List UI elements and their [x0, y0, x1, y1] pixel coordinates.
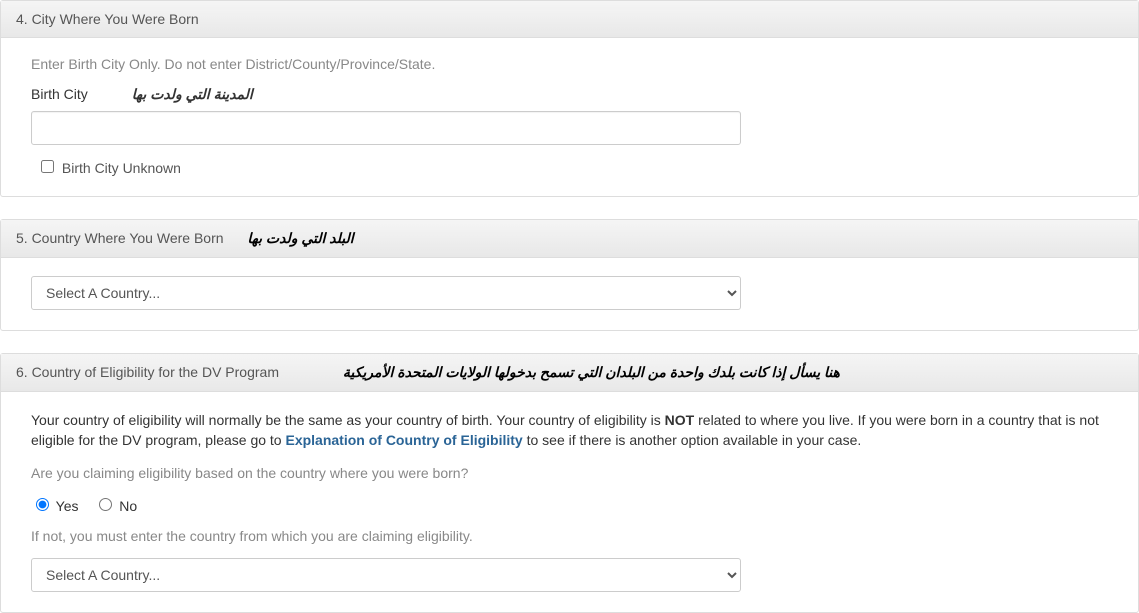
para-after: to see if there is another option availa… — [523, 432, 862, 448]
section-title: 6. Country of Eligibility for the DV Pro… — [16, 364, 279, 380]
hint-text: Enter Birth City Only. Do not enter Dist… — [31, 56, 1108, 72]
radio-yes[interactable] — [36, 498, 49, 511]
section-title: 4. City Where You Were Born — [16, 11, 199, 27]
section-body: Enter Birth City Only. Do not enter Dist… — [1, 38, 1138, 196]
radio-yes-label[interactable]: Yes — [31, 498, 78, 514]
section-header: 6. Country of Eligibility for the DV Pro… — [1, 354, 1138, 392]
para-before: Your country of eligibility will normall… — [31, 412, 665, 428]
radio-no[interactable] — [99, 498, 112, 511]
section-body: Your country of eligibility will normall… — [1, 392, 1138, 612]
section-header: 5. Country Where You Were Born البلد الت… — [1, 220, 1138, 258]
eligibility-question: Are you claiming eligibility based on th… — [31, 465, 1108, 481]
section-birth-city: 4. City Where You Were Born Enter Birth … — [0, 0, 1139, 197]
opt-no: No — [119, 498, 137, 514]
birth-city-arabic: المدينة التي ولدت بها — [132, 86, 253, 103]
section-body: Select A Country... — [1, 258, 1138, 330]
radio-row: Yes No — [31, 495, 1108, 514]
birth-country-arabic: البلد التي ولدت بها — [247, 230, 353, 247]
eligibility-arabic: هنا يسأل إذا كانت بلدك واحدة من البلدان … — [343, 364, 840, 381]
label-row: Birth City المدينة التي ولدت بها — [31, 86, 1108, 103]
checkbox-label: Birth City Unknown — [62, 160, 181, 176]
para-bold: NOT — [665, 412, 695, 428]
checkbox-row: Birth City Unknown — [37, 157, 1108, 176]
eligibility-paragraph: Your country of eligibility will normall… — [31, 410, 1108, 451]
birth-country-select[interactable]: Select A Country... — [31, 276, 741, 310]
ifnot-text: If not, you must enter the country from … — [31, 528, 1108, 544]
birth-city-input[interactable] — [31, 111, 741, 145]
section-header: 4. City Where You Were Born — [1, 1, 1138, 38]
birth-city-unknown-checkbox[interactable] — [41, 160, 54, 173]
section-eligibility: 6. Country of Eligibility for the DV Pro… — [0, 353, 1139, 613]
section-title: 5. Country Where You Were Born — [16, 230, 224, 246]
opt-yes: Yes — [56, 498, 79, 514]
eligibility-explanation-link[interactable]: Explanation of Country of Eligibility — [285, 432, 522, 448]
section-birth-country: 5. Country Where You Were Born البلد الت… — [0, 219, 1139, 331]
radio-no-label[interactable]: No — [94, 498, 137, 514]
birth-city-label: Birth City — [31, 86, 88, 102]
eligibility-country-select[interactable]: Select A Country... — [31, 558, 741, 592]
